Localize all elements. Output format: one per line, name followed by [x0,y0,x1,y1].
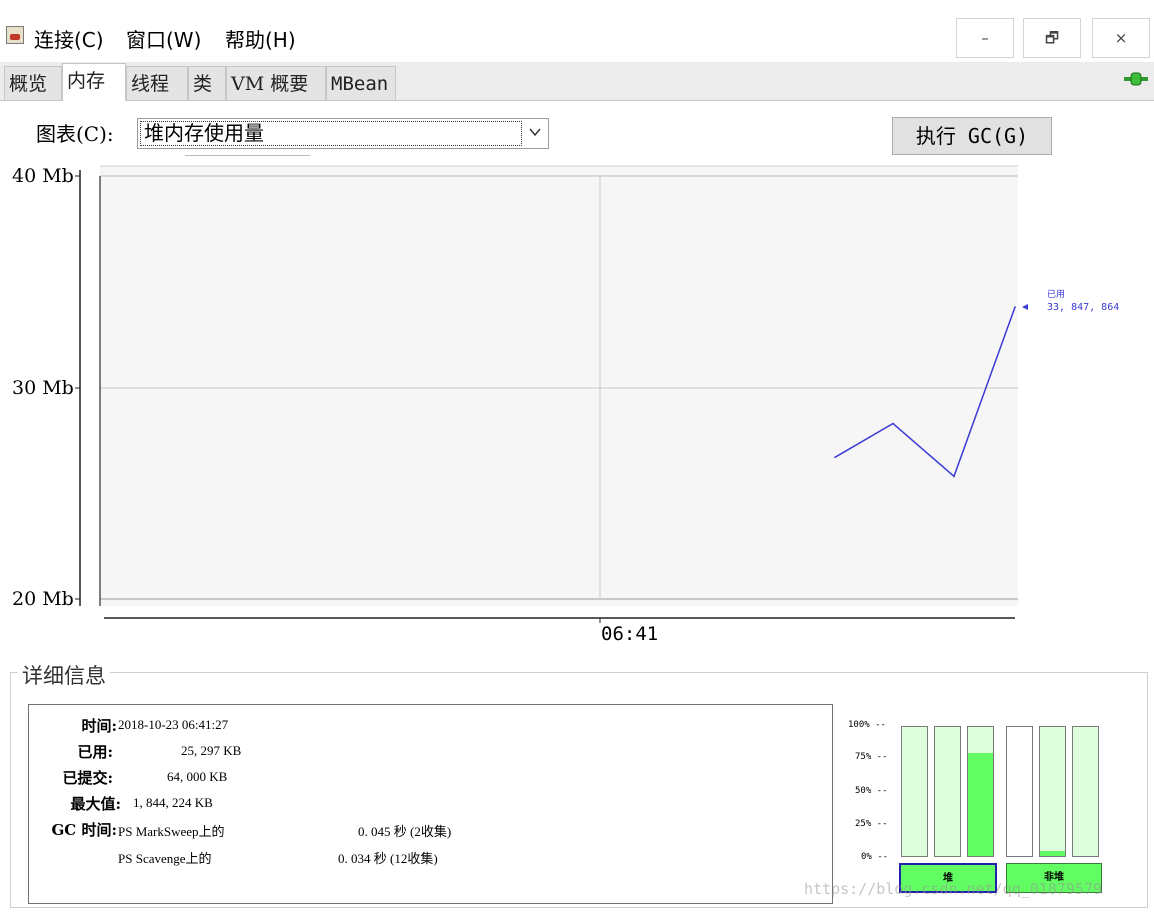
y-tick-label-30: 30 Mb [12,377,74,399]
watermark-text: https://blog.csdn.net/qq_01879579 [804,880,1103,898]
heap-pool-bar-3-fill [968,752,993,856]
details-title: 详细信息 [18,660,110,690]
details-info-panel: 时间: 2018-10-23 06:41:27 已用: 25, 297 KB 已… [28,704,833,904]
annotation-value: 33, 847, 864 [1047,302,1119,313]
gauge-label-100: 100% -- [848,720,886,730]
tab-mbean[interactable]: MBean [326,66,396,100]
label-gc-time: GC 时间: [51,821,117,839]
tab-classes[interactable]: 类 [188,66,226,100]
close-icon: × [1114,29,1128,47]
value-gc-scavenge: PS Scavenge上的 [118,851,212,866]
label-time: 时间: [81,717,117,735]
restore-button[interactable]: 🗗 [1023,18,1081,58]
y-tick-label-20: 20 Mb [12,588,74,610]
heap-pool-bar-2[interactable] [934,726,961,857]
label-committed: 已提交: [62,769,113,787]
restore-icon: 🗗 [1044,29,1060,47]
tab-vm-summary[interactable]: VM 概要 [226,66,326,100]
series-point [953,475,955,478]
label-used: 已用: [77,743,113,761]
nonheap-pool-bar-2-fill [1040,850,1065,856]
java-app-icon [6,26,24,44]
chart-label: 图表(C): [36,122,114,146]
gauge-label-0: 0% -- [861,852,889,862]
nonheap-pool-bar-1[interactable] [1006,726,1033,857]
perform-gc-button[interactable]: 执行 GC(G) [892,117,1052,155]
chevron-down-icon [529,128,541,137]
value-committed: 64, 000 KB [167,769,228,784]
heap-pool-bar-1[interactable] [901,726,928,857]
x-tick-label: 06:41 [601,623,658,645]
chart-select[interactable]: 堆内存使用量 [137,118,549,149]
gauge-label-50: 50% -- [855,786,888,796]
value-gc-marksweep: PS MarkSweep上的 [118,824,225,839]
heap-pool-bar-3[interactable] [967,726,994,857]
nonheap-pool-bar-3[interactable] [1072,726,1099,857]
chart-select-value: 堆内存使用量 [140,121,522,146]
menu-connect[interactable]: 连接(C) [34,24,104,53]
plot-area [100,166,1018,606]
gauge-label-25: 25% -- [855,819,888,829]
memory-chart: 40 Mb 30 Mb 20 Mb 06:41 已用 33, 847, 864 [12,165,1119,645]
series-point [1014,306,1016,308]
menu-help[interactable]: 帮助(H) [225,24,296,53]
minimize-icon: – [981,29,989,47]
value-used: 25, 297 KB [181,743,242,758]
tab-overview[interactable]: 概览 [4,66,62,100]
value-max: 1, 844, 224 KB [133,795,213,810]
label-max: 最大值: [70,795,121,813]
value-gc-marksweep-time: 0. 045 秒 (2收集) [358,824,452,839]
value-gc-scavenge-time: 0. 034 秒 (12收集) [338,851,438,866]
y-tick-label-40: 40 Mb [12,165,74,187]
connection-status-icon [1124,72,1148,86]
series-point [834,456,836,459]
tab-memory[interactable]: 内存 [62,63,126,101]
menu-window[interactable]: 窗口(W) [126,24,201,53]
nonheap-pool-bar-2[interactable] [1039,726,1066,857]
close-button[interactable]: × [1092,18,1150,58]
tab-bar: 概览 内存 线程 类 VM 概要 MBean [0,62,1154,101]
tab-threads[interactable]: 线程 [126,66,188,100]
minimize-button[interactable]: – [956,18,1014,58]
annotation-label: 已用 [1047,289,1065,300]
value-time: 2018-10-23 06:41:27 [118,717,229,732]
latest-value-marker [1022,304,1028,310]
gauge-label-75: 75% -- [855,752,888,762]
series-point [892,422,894,425]
